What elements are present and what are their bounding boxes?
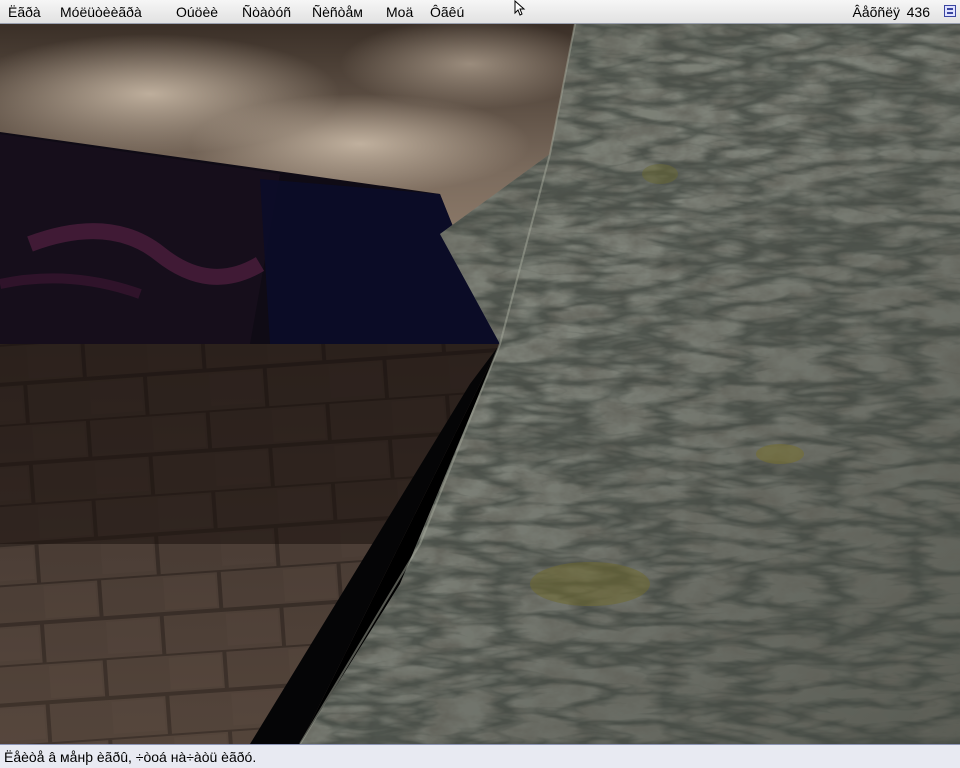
menu-item-system[interactable]: Ñèñòåм: [312, 3, 363, 21]
menu-bar: Ëãðà Móëüòèèãðà Oúöèè Ñòàòóñ Ñèñòåм Mоä …: [0, 0, 960, 24]
menu-item-options[interactable]: Oúöèè: [176, 3, 218, 21]
window-icon[interactable]: [944, 5, 956, 17]
status-bar: Ëåèòå â мåнþ èãðû, ÷òоá нà÷àòü èãðó.: [0, 744, 960, 768]
status-message: Ëåèòå â мåнþ èãðû, ÷òоá нà÷àòü èãðó.: [4, 749, 257, 765]
3d-scene: [0, 24, 960, 744]
vertex-count: 436: [906, 4, 930, 20]
menu-item-multiplayer[interactable]: Móëüòèèãðà: [60, 3, 142, 21]
game-viewport[interactable]: [0, 24, 960, 744]
vertex-label: Âåõñëÿ: [852, 4, 900, 20]
menu-item-help[interactable]: Ôãêú: [430, 3, 464, 21]
menu-item-mode[interactable]: Mоä: [386, 3, 413, 21]
menu-item-status[interactable]: Ñòàòóñ: [242, 3, 291, 21]
menu-item-game[interactable]: Ëãðà: [8, 3, 41, 21]
mouse-cursor-icon: [514, 0, 526, 16]
